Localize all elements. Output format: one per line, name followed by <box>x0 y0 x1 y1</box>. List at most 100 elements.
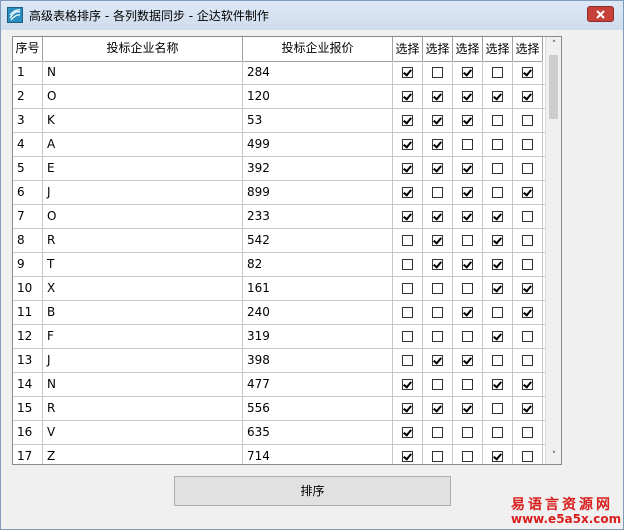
price-cell[interactable]: 120 <box>243 85 393 108</box>
select-checkbox[interactable] <box>432 139 443 150</box>
select-checkbox[interactable] <box>522 139 533 150</box>
price-cell[interactable]: 398 <box>243 349 393 372</box>
select-checkbox[interactable] <box>432 379 443 390</box>
select-checkbox[interactable] <box>462 355 473 366</box>
price-cell[interactable]: 556 <box>243 397 393 420</box>
company-name-cell[interactable]: F <box>43 325 243 348</box>
company-name-cell[interactable]: T <box>43 253 243 276</box>
header-select-2[interactable]: 选择 <box>423 37 453 61</box>
table-row[interactable]: 5 E 392 <box>13 157 545 181</box>
company-name-cell[interactable]: O <box>43 205 243 228</box>
price-cell[interactable]: 161 <box>243 277 393 300</box>
select-checkbox[interactable] <box>522 187 533 198</box>
select-checkbox[interactable] <box>492 331 503 342</box>
select-checkbox[interactable] <box>432 91 443 102</box>
select-checkbox[interactable] <box>462 115 473 126</box>
select-checkbox[interactable] <box>402 67 413 78</box>
select-checkbox[interactable] <box>402 163 413 174</box>
row-index-cell[interactable]: 4 <box>13 133 43 156</box>
price-cell[interactable]: 240 <box>243 301 393 324</box>
header-price[interactable]: 投标企业报价 <box>243 37 393 61</box>
header-company-name[interactable]: 投标企业名称 <box>43 37 243 61</box>
header-select-5[interactable]: 选择 <box>513 37 543 61</box>
price-cell[interactable]: 319 <box>243 325 393 348</box>
select-checkbox[interactable] <box>462 67 473 78</box>
table-row[interactable]: 16 V 635 <box>13 421 545 445</box>
header-index[interactable]: 序号 <box>13 37 43 61</box>
row-index-cell[interactable]: 3 <box>13 109 43 132</box>
price-cell[interactable]: 477 <box>243 373 393 396</box>
row-index-cell[interactable]: 14 <box>13 373 43 396</box>
select-checkbox[interactable] <box>492 259 503 270</box>
select-checkbox[interactable] <box>522 379 533 390</box>
select-checkbox[interactable] <box>492 427 503 438</box>
select-checkbox[interactable] <box>462 235 473 246</box>
select-checkbox[interactable] <box>462 451 473 462</box>
select-checkbox[interactable] <box>522 283 533 294</box>
company-name-cell[interactable]: R <box>43 229 243 252</box>
select-checkbox[interactable] <box>522 403 533 414</box>
select-checkbox[interactable] <box>432 403 443 414</box>
table-row[interactable]: 4 A 499 <box>13 133 545 157</box>
price-cell[interactable]: 714 <box>243 445 393 464</box>
company-name-cell[interactable]: J <box>43 349 243 372</box>
header-select-3[interactable]: 选择 <box>453 37 483 61</box>
select-checkbox[interactable] <box>402 91 413 102</box>
table-row[interactable]: 10 X 161 <box>13 277 545 301</box>
select-checkbox[interactable] <box>462 379 473 390</box>
row-index-cell[interactable]: 15 <box>13 397 43 420</box>
select-checkbox[interactable] <box>402 451 413 462</box>
select-checkbox[interactable] <box>462 187 473 198</box>
select-checkbox[interactable] <box>492 235 503 246</box>
row-index-cell[interactable]: 6 <box>13 181 43 204</box>
select-checkbox[interactable] <box>462 139 473 150</box>
price-cell[interactable]: 392 <box>243 157 393 180</box>
select-checkbox[interactable] <box>462 163 473 174</box>
price-cell[interactable]: 233 <box>243 205 393 228</box>
header-select-1[interactable]: 选择 <box>393 37 423 61</box>
select-checkbox[interactable] <box>432 283 443 294</box>
select-checkbox[interactable] <box>462 427 473 438</box>
company-name-cell[interactable]: A <box>43 133 243 156</box>
row-index-cell[interactable]: 1 <box>13 61 43 84</box>
company-name-cell[interactable]: V <box>43 421 243 444</box>
select-checkbox[interactable] <box>402 259 413 270</box>
select-checkbox[interactable] <box>462 307 473 318</box>
row-index-cell[interactable]: 8 <box>13 229 43 252</box>
price-cell[interactable]: 284 <box>243 61 393 84</box>
select-checkbox[interactable] <box>522 331 533 342</box>
select-checkbox[interactable] <box>432 235 443 246</box>
row-index-cell[interactable]: 11 <box>13 301 43 324</box>
select-checkbox[interactable] <box>522 307 533 318</box>
select-checkbox[interactable] <box>492 67 503 78</box>
table-row[interactable]: 6 J 899 <box>13 181 545 205</box>
scroll-up-arrow-icon[interactable]: ˄ <box>546 37 561 53</box>
select-checkbox[interactable] <box>522 259 533 270</box>
select-checkbox[interactable] <box>492 355 503 366</box>
select-checkbox[interactable] <box>402 331 413 342</box>
header-select-4[interactable]: 选择 <box>483 37 513 61</box>
price-cell[interactable]: 53 <box>243 109 393 132</box>
select-checkbox[interactable] <box>492 163 503 174</box>
select-checkbox[interactable] <box>402 187 413 198</box>
select-checkbox[interactable] <box>462 331 473 342</box>
company-name-cell[interactable]: J <box>43 181 243 204</box>
select-checkbox[interactable] <box>432 451 443 462</box>
table-row[interactable]: 15 R 556 <box>13 397 545 421</box>
price-cell[interactable]: 635 <box>243 421 393 444</box>
company-name-cell[interactable]: K <box>43 109 243 132</box>
select-checkbox[interactable] <box>492 451 503 462</box>
row-index-cell[interactable]: 16 <box>13 421 43 444</box>
company-name-cell[interactable]: R <box>43 397 243 420</box>
table-row[interactable]: 12 F 319 <box>13 325 545 349</box>
table-row[interactable]: 14 N 477 <box>13 373 545 397</box>
row-index-cell[interactable]: 5 <box>13 157 43 180</box>
select-checkbox[interactable] <box>432 355 443 366</box>
select-checkbox[interactable] <box>492 187 503 198</box>
select-checkbox[interactable] <box>522 235 533 246</box>
select-checkbox[interactable] <box>462 211 473 222</box>
select-checkbox[interactable] <box>522 427 533 438</box>
select-checkbox[interactable] <box>402 235 413 246</box>
company-name-cell[interactable]: B <box>43 301 243 324</box>
select-checkbox[interactable] <box>402 283 413 294</box>
